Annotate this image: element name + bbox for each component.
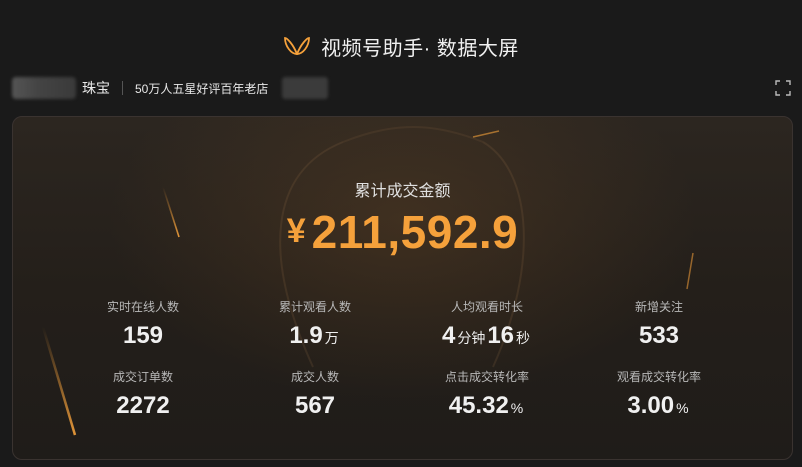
stat-label: 累计观看人数 bbox=[278, 300, 351, 314]
divider bbox=[122, 81, 123, 95]
total-sales-value: ¥211,592.9 bbox=[13, 205, 792, 259]
stat-value: 2272 bbox=[116, 392, 170, 419]
stat-label: 实时在线人数 bbox=[106, 300, 179, 314]
butterfly-logo-icon bbox=[284, 37, 311, 55]
stat-label: 点击成交转化率 bbox=[444, 370, 529, 384]
stat-value: 45.32% bbox=[448, 392, 524, 419]
stat-unit: 万 bbox=[324, 330, 339, 346]
stat-value: 1.9 万 bbox=[289, 322, 339, 349]
total-amount: 211,592.9 bbox=[311, 206, 519, 258]
stat-label: 观看成交转化率 bbox=[616, 370, 701, 384]
stat-avg-watch-time: 人均观看时长 4 分钟16 秒 bbox=[401, 299, 573, 351]
stat-unit: 分钟 bbox=[457, 330, 486, 346]
stat-label: 人均观看时长 bbox=[450, 300, 523, 314]
shop-avatar-blurred bbox=[12, 77, 76, 99]
header: 视频号助手· 数据大屏 bbox=[0, 28, 802, 64]
stat-label: 成交订单数 bbox=[112, 370, 173, 384]
stat-orders: 成交订单数 2272 bbox=[57, 369, 229, 421]
stat-label: 成交人数 bbox=[290, 370, 339, 384]
fullscreen-icon[interactable] bbox=[774, 79, 792, 97]
stat-value: 159 bbox=[122, 322, 164, 349]
stat-total-viewers: 累计观看人数 1.9 万 bbox=[229, 299, 401, 351]
dashboard-panel: 累计成交金额 ¥211,592.9 实时在线人数 159 累计观看人数 1.9 万… bbox=[12, 116, 793, 460]
shop-tagline: 50万人五星好评百年老店 bbox=[135, 81, 269, 96]
stat-click-conversion: 点击成交转化率 45.32% bbox=[401, 369, 573, 421]
stat-label: 新增关注 bbox=[634, 300, 683, 314]
stats-grid: 实时在线人数 159 累计观看人数 1.9 万 人均观看时长 4 分钟16 秒 新增关… bbox=[57, 299, 745, 421]
shop-name: 珠宝 bbox=[82, 80, 110, 96]
stat-value: 533 bbox=[638, 322, 680, 349]
stat-value: 567 bbox=[294, 392, 336, 419]
blurred-info bbox=[282, 77, 329, 99]
stat-unit: 秒 bbox=[516, 330, 531, 346]
shop-bar: 珠宝 50万人五星好评百年老店 bbox=[12, 76, 792, 100]
stat-unit: % bbox=[676, 400, 689, 416]
total-sales-label: 累计成交金额 bbox=[354, 183, 451, 200]
stat-value: 3.00% bbox=[627, 392, 689, 419]
stat-value: 4 分钟16 秒 bbox=[441, 322, 531, 349]
stat-view-conversion: 观看成交转化率 3.00% bbox=[573, 369, 745, 421]
app-title: 视频号助手· 数据大屏 bbox=[321, 37, 519, 60]
currency-symbol: ¥ bbox=[286, 212, 306, 250]
stat-online-users: 实时在线人数 159 bbox=[57, 299, 229, 351]
stat-buyers: 成交人数 567 bbox=[229, 369, 401, 421]
stat-new-follows: 新增关注 533 bbox=[573, 299, 745, 351]
stat-unit: % bbox=[510, 400, 524, 416]
